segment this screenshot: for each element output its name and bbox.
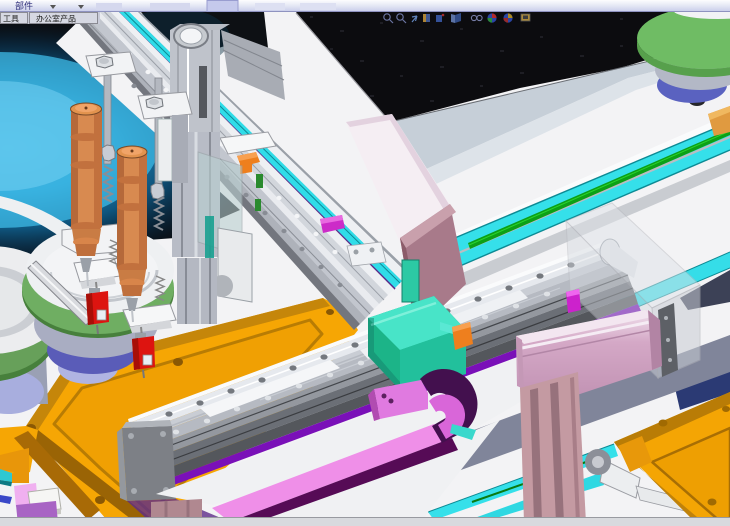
svg-text:工具: 工具	[3, 15, 19, 24]
svg-text:办公室产品: 办公室产品	[36, 14, 76, 24]
svg-text:部件: 部件	[15, 0, 33, 11]
